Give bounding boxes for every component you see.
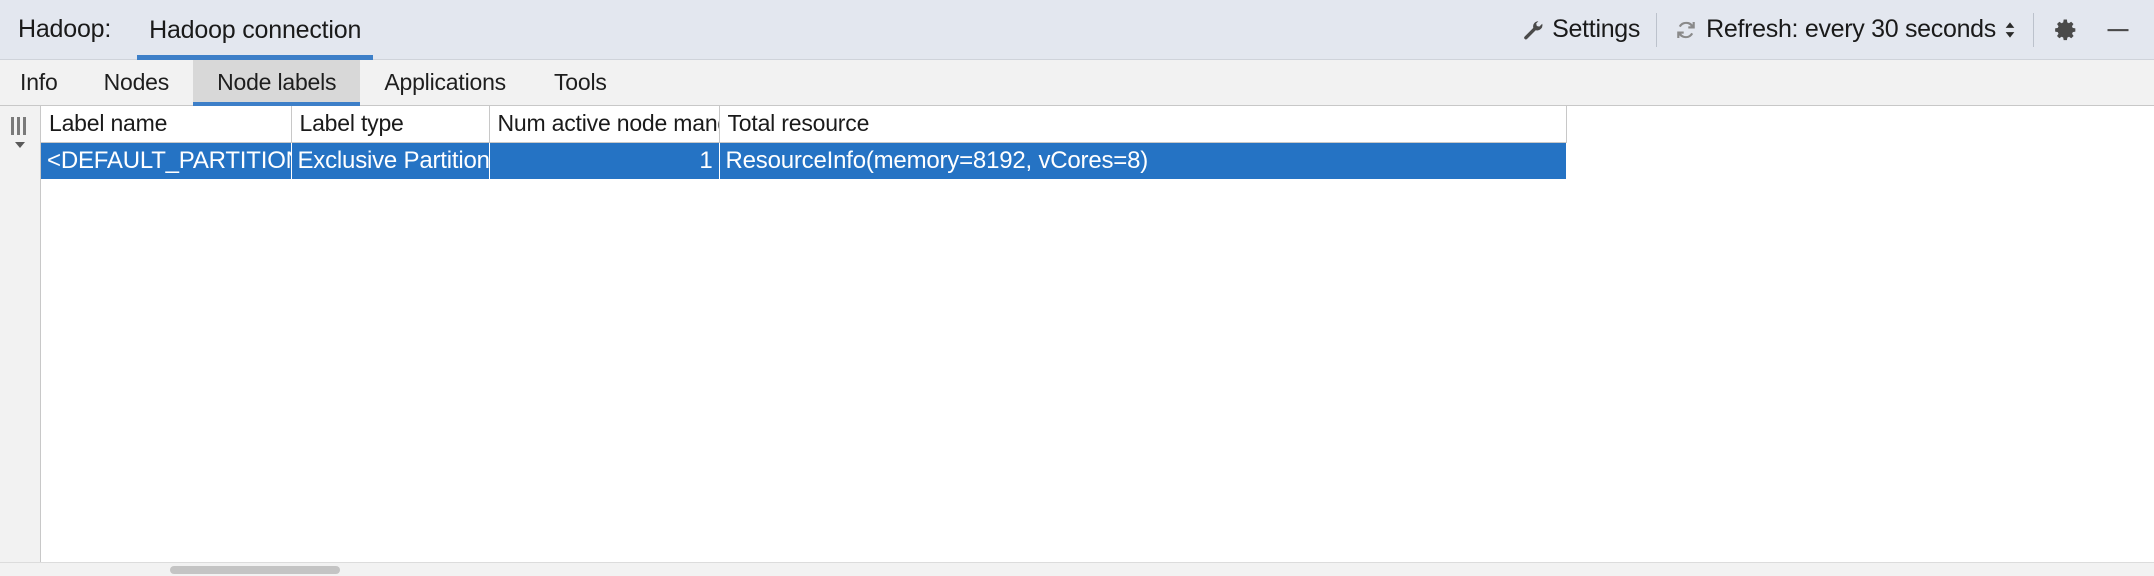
horizontal-scrollbar[interactable] [0,562,2154,576]
table-body: <DEFAULT_PARTITION> Exclusive Partition … [41,142,1566,179]
cell-label-name[interactable]: <DEFAULT_PARTITION> [41,142,291,179]
toolbar-separator-2 [2033,13,2034,47]
table-row[interactable]: <DEFAULT_PARTITION> Exclusive Partition … [41,142,1566,179]
tab-nodes[interactable]: Nodes [80,60,194,105]
titlebar-right-group: Settings Refresh: every 30 seconds [1505,0,2154,59]
settings-label: Settings [1552,15,1640,44]
table-header: Label name Label type Num active node ma… [41,106,1566,142]
tab-node-labels[interactable]: Node labels [193,60,360,105]
hadoop-tool-window: Hadoop: Hadoop connection Settings [0,0,2154,576]
tab-node-labels-label: Node labels [217,69,336,96]
titlebar-spacer [373,0,1505,59]
column-grip-icon[interactable] [7,115,33,151]
minimize-icon[interactable] [2098,10,2138,50]
column-header-num-active-node-mangers[interactable]: Num active node mangers [489,106,719,142]
tab-applications-label: Applications [384,69,506,96]
updown-chevron-icon [2003,17,2017,43]
titlebar-left-group: Hadoop: [0,0,111,59]
tab-info[interactable]: Info [0,60,80,105]
tabstrip: Info Nodes Node labels Applications Tool… [0,60,2154,106]
table-empty-space [41,179,2154,562]
tab-tools-label: Tools [554,69,607,96]
column-header-label-name[interactable]: Label name [41,106,291,142]
table-gutter [0,106,41,562]
table-header-row: Label name Label type Num active node ma… [41,106,1566,142]
gear-icon[interactable] [2046,10,2086,50]
tool-window-title: Hadoop: [18,15,111,44]
cell-num-active-node-managers[interactable]: 1 [489,142,719,179]
horizontal-scrollbar-thumb[interactable] [170,566,340,574]
cell-label-type[interactable]: Exclusive Partition [291,142,489,179]
chevron-down-icon[interactable] [11,139,29,151]
content-tab-label: Hadoop connection [149,16,361,45]
cell-total-resource[interactable]: ResourceInfo(memory=8192, vCores=8) [719,142,1566,179]
refresh-icon [1673,17,1699,43]
settings-button[interactable]: Settings [1505,0,1656,60]
tab-applications[interactable]: Applications [360,60,530,105]
refresh-interval-label: Refresh: every 30 seconds [1706,15,1996,44]
table-body-area: Label name Label type Num active node ma… [0,106,2154,562]
tab-info-label: Info [20,69,58,96]
refresh-interval-selector[interactable]: Refresh: every 30 seconds [1657,0,2033,60]
column-header-label-type[interactable]: Label type [291,106,489,142]
node-labels-table-container: Label name Label type Num active node ma… [41,106,2154,562]
tool-window-titlebar: Hadoop: Hadoop connection Settings [0,0,2154,60]
column-header-total-resource[interactable]: Total resource [719,106,1566,142]
tab-tools[interactable]: Tools [530,60,631,105]
tab-nodes-label: Nodes [104,69,170,96]
wrench-icon [1521,18,1545,42]
node-labels-table: Label name Label type Num active node ma… [41,106,1567,179]
content-tab-hadoop-connection[interactable]: Hadoop connection [137,0,373,60]
